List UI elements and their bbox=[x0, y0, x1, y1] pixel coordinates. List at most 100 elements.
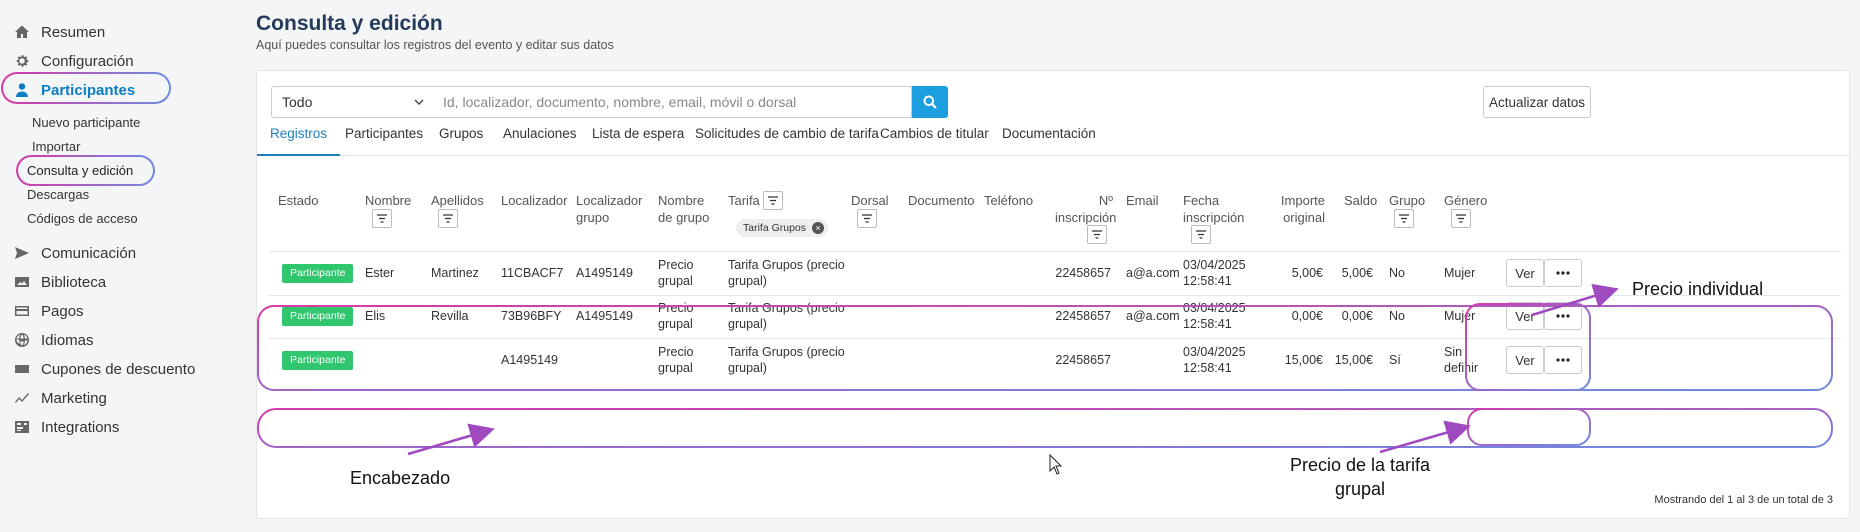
cell-nombre: Elis bbox=[365, 309, 386, 323]
sidebar-item-label: Participantes bbox=[41, 81, 136, 99]
search-button[interactable] bbox=[912, 86, 948, 118]
column-header-importe-original: Importe original bbox=[1280, 193, 1325, 225]
sidebar-item-participantes[interactable]: Participantes bbox=[14, 79, 135, 101]
cell-grupo: Sí bbox=[1389, 353, 1401, 367]
cell-grupo: No bbox=[1389, 309, 1405, 323]
tab-documentacion[interactable]: Documentación bbox=[1002, 123, 1096, 156]
close-icon[interactable]: × bbox=[812, 222, 825, 234]
send-icon bbox=[14, 245, 30, 261]
cell-tarifa: Tarifa Grupos (precio grupal) bbox=[728, 301, 845, 331]
row-separator bbox=[269, 295, 1841, 296]
more-options-button[interactable] bbox=[1544, 302, 1582, 330]
column-header-documento: Documento bbox=[908, 193, 975, 208]
sort-filter-n-inscripcion-button[interactable] bbox=[1087, 225, 1107, 244]
sidebar-item-integrations[interactable]: Integrations bbox=[14, 416, 119, 438]
column-header-nombre-grupo: Nombre de grupo bbox=[658, 193, 710, 225]
card-icon bbox=[14, 303, 30, 319]
ver-button[interactable]: Ver bbox=[1506, 346, 1544, 374]
column-header-tarifa: Tarifa bbox=[728, 193, 760, 208]
tab-cambios-titular[interactable]: Cambios de titular bbox=[880, 123, 989, 156]
sort-filter-fecha-button[interactable] bbox=[1191, 225, 1211, 244]
tab-participantes[interactable]: Participantes bbox=[345, 123, 423, 156]
more-options-button[interactable] bbox=[1544, 259, 1582, 287]
sidebar-item-biblioteca[interactable]: Biblioteca bbox=[14, 271, 106, 293]
sort-lines-icon bbox=[1092, 230, 1102, 239]
tab-solicitudes-cambio-tarifa[interactable]: Solicitudes de cambio de tarifa bbox=[695, 123, 879, 156]
search-icon bbox=[923, 95, 937, 109]
cell-apellidos: Revilla bbox=[431, 309, 469, 323]
ticket-icon bbox=[14, 361, 30, 377]
sidebar-item-label: Pagos bbox=[41, 302, 84, 320]
column-header-localizador: Localizador bbox=[501, 193, 568, 208]
cell-localizador: A1495149 bbox=[501, 353, 559, 367]
sidebar: Resumen Configuración Participantes Nuev… bbox=[0, 0, 248, 532]
sidebar-item-label: Marketing bbox=[41, 389, 107, 407]
tab-registros[interactable]: Registros bbox=[256, 123, 341, 156]
sidebar-item-label: Biblioteca bbox=[41, 273, 107, 291]
tab-anulaciones[interactable]: Anulaciones bbox=[503, 123, 577, 156]
cell-saldo: 15,00€ bbox=[1334, 353, 1373, 367]
user-icon bbox=[14, 82, 30, 98]
gear-icon bbox=[14, 53, 30, 69]
cell-fecha: 03/04/2025 12:58:41 bbox=[1183, 258, 1246, 288]
cell-n-inscripcion: 22458657 bbox=[1055, 353, 1111, 367]
more-options-button[interactable] bbox=[1544, 346, 1582, 374]
column-header-grupo: Grupo bbox=[1389, 193, 1426, 208]
status-badge: Participante bbox=[282, 264, 354, 283]
sidebar-subitem-consulta-edicion[interactable]: Consulta y edición bbox=[27, 162, 133, 180]
sidebar-item-resumen[interactable]: Resumen bbox=[14, 21, 105, 43]
sort-lines-icon bbox=[443, 214, 453, 223]
cell-tarifa: Tarifa Grupos (precio grupal) bbox=[728, 258, 845, 288]
sort-lines-icon bbox=[1456, 214, 1466, 223]
search-input[interactable] bbox=[434, 86, 912, 118]
sort-lines-icon bbox=[1196, 230, 1206, 239]
sort-filter-grupo-button[interactable] bbox=[1394, 209, 1414, 228]
globe-icon bbox=[14, 332, 30, 348]
cell-n-inscripcion: 22458657 bbox=[1055, 309, 1111, 323]
refresh-data-button[interactable]: Actualizar datos bbox=[1483, 86, 1591, 118]
ver-button[interactable]: Ver bbox=[1506, 259, 1544, 287]
sort-filter-apellidos-button[interactable] bbox=[438, 209, 458, 228]
cell-localizador: 11CBACF7 bbox=[501, 266, 564, 280]
annotation-label-precio-individual: Precio individual bbox=[1632, 279, 1764, 299]
cell-apellidos: Martinez bbox=[431, 266, 479, 280]
annotation-label-precio-tarifa-grupal: Precio de la tarifa grupal bbox=[1289, 455, 1431, 499]
column-header-localizador-grupo: Localizador grupo bbox=[576, 193, 643, 225]
cell-nombre-grupo: Precio grupal bbox=[658, 258, 694, 288]
filter-select[interactable]: Todo bbox=[271, 86, 435, 118]
sidebar-item-label: Idiomas bbox=[41, 331, 94, 349]
sidebar-subitem-descargas[interactable]: Descargas bbox=[27, 186, 89, 204]
cell-saldo: 5,00€ bbox=[1341, 266, 1373, 280]
sidebar-item-label: Configuración bbox=[41, 52, 134, 70]
sidebar-item-idiomas[interactable]: Idiomas bbox=[14, 329, 94, 351]
sort-filter-dorsal-button[interactable] bbox=[857, 209, 877, 228]
tab-lista-espera[interactable]: Lista de espera bbox=[592, 123, 684, 156]
sort-filter-nombre-button[interactable] bbox=[372, 209, 392, 228]
sidebar-subitem-codigos-acceso[interactable]: Códigos de acceso bbox=[27, 210, 138, 228]
sort-filter-genero-button[interactable] bbox=[1451, 209, 1471, 228]
sidebar-subitem-nuevo-participante[interactable]: Nuevo participante bbox=[32, 114, 140, 132]
cell-localizador-grupo: A1495149 bbox=[576, 266, 634, 280]
sidebar-item-pagos[interactable]: Pagos bbox=[14, 300, 84, 322]
cell-saldo: 0,00€ bbox=[1341, 309, 1373, 323]
column-header-nombre: Nombre bbox=[365, 193, 412, 208]
sidebar-item-comunicacion[interactable]: Comunicación bbox=[14, 242, 136, 264]
page-title: Consulta y edición bbox=[256, 12, 443, 35]
cell-importe-original: 0,00€ bbox=[1291, 309, 1323, 323]
cell-localizador-grupo: A1495149 bbox=[576, 309, 634, 323]
ver-button[interactable]: Ver bbox=[1506, 302, 1544, 330]
tab-grupos[interactable]: Grupos bbox=[439, 123, 483, 156]
cell-localizador: 73B96BFY bbox=[501, 309, 562, 323]
cell-email: a@a.com bbox=[1126, 309, 1180, 323]
column-header-dorsal: Dorsal bbox=[851, 193, 889, 208]
cell-nombre-grupo: Precio grupal bbox=[658, 345, 694, 375]
sidebar-item-cupones[interactable]: Cupones de descuento bbox=[14, 358, 195, 380]
cell-email: a@a.com bbox=[1126, 266, 1180, 280]
sidebar-item-marketing[interactable]: Marketing bbox=[14, 387, 107, 409]
tarifa-filter-chip[interactable]: Tarifa Grupos × bbox=[736, 219, 829, 237]
tarifa-filter-chip-label: Tarifa Grupos bbox=[743, 222, 807, 234]
annotation-label-encabezado: Encabezado bbox=[350, 468, 451, 488]
sort-filter-tarifa-button[interactable] bbox=[763, 191, 783, 210]
sidebar-subitem-importar[interactable]: Importar bbox=[32, 138, 80, 156]
sidebar-item-configuracion[interactable]: Configuración bbox=[14, 50, 134, 72]
